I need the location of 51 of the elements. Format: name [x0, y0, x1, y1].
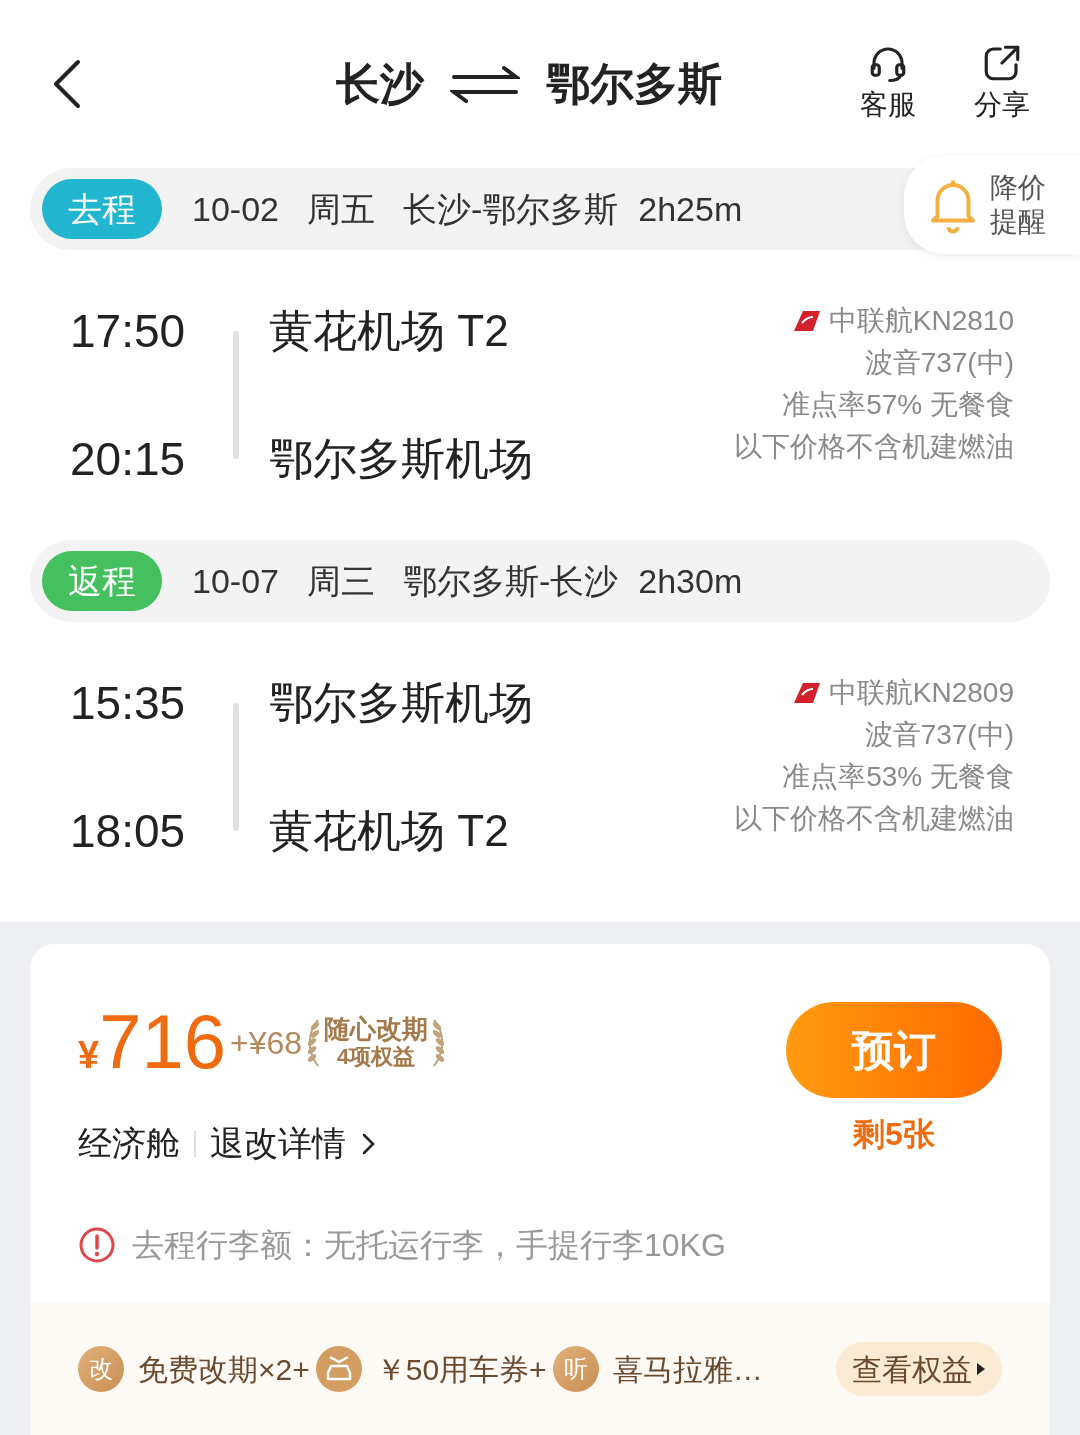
triangle-right-icon [976, 1362, 986, 1376]
benefit-text: ￥50用车券+ [375, 1351, 547, 1388]
trip-date: 10-02 [192, 188, 279, 230]
addon-price: +¥68 [229, 1024, 303, 1063]
airline-tail-icon [792, 310, 821, 332]
arrival-airport: 鄂尔多斯机场 [269, 434, 534, 484]
price-note: 以下价格不含机建燃油 [734, 802, 1014, 836]
arrival-time: 20:15 [70, 434, 186, 484]
warning-icon [78, 1226, 116, 1264]
trip-tag: 返程 [42, 551, 162, 611]
benefit-icon: 改 [78, 1346, 124, 1392]
price-note: 以下价格不含机建燃油 [734, 430, 1014, 464]
flight-number: 中联航KN2809 [828, 676, 1014, 710]
badge-title: 随心改期 [324, 1015, 429, 1043]
departure-time: 17:50 [70, 306, 186, 356]
header-action-button[interactable]: 分享 [974, 42, 1030, 126]
trip-duration: 2h30m [638, 560, 743, 602]
trip-route: 鄂尔多斯-长沙 [402, 560, 619, 602]
remaining-seats: 剩5张 [853, 1110, 935, 1158]
punctuality-text: 准点率57% 无餐食 [782, 388, 1014, 422]
benefit-icon: 听 [552, 1346, 599, 1392]
destination-city: 鄂尔多斯 [546, 58, 722, 110]
price-alert-button[interactable]: 降价 提醒 [904, 156, 1080, 254]
arrival-time: 18:05 [70, 806, 186, 856]
trip-duration: 2h25m [638, 188, 743, 230]
benefit-text: 免费改期×2+ [138, 1351, 310, 1388]
trip-weekday: 周五 [306, 188, 375, 230]
cabin-class: 经济舱 [78, 1123, 180, 1164]
airline-tail-icon [792, 682, 821, 704]
header-action-button[interactable]: 客服 [860, 42, 916, 126]
chevron-right-icon[interactable] [362, 1131, 376, 1156]
rules-link[interactable]: 退改详情 [210, 1118, 346, 1169]
flight-number: 中联航KN2810 [828, 304, 1014, 338]
view-benefits-button[interactable]: 查看权益 [836, 1342, 1002, 1396]
departure-airport: 黄花机场 T2 [269, 306, 510, 356]
aircraft-type: 波音737(中) [864, 346, 1014, 380]
aircraft-type: 波音737(中) [864, 718, 1014, 752]
trip-date: 10-07 [192, 560, 279, 602]
departure-airport: 鄂尔多斯机场 [269, 678, 534, 728]
swap-icon[interactable] [450, 64, 520, 104]
origin-city: 长沙 [336, 58, 424, 110]
baggage-note: 去程行李额：无托运行李，手提行李10KG [132, 1226, 726, 1265]
trip-weekday: 周三 [306, 560, 375, 602]
benefit-text: 喜马拉雅… [612, 1351, 763, 1388]
arrival-airport: 黄花机场 T2 [269, 806, 510, 856]
badge-subtitle: 4项权益 [336, 1043, 416, 1071]
price-amount: ¥716 [78, 1002, 226, 1084]
punctuality-text: 准点率53% 无餐食 [782, 760, 1014, 794]
trip-tag: 去程 [42, 179, 162, 239]
departure-time: 15:35 [70, 678, 186, 728]
trip-route: 长沙-鄂尔多斯 [402, 188, 619, 230]
